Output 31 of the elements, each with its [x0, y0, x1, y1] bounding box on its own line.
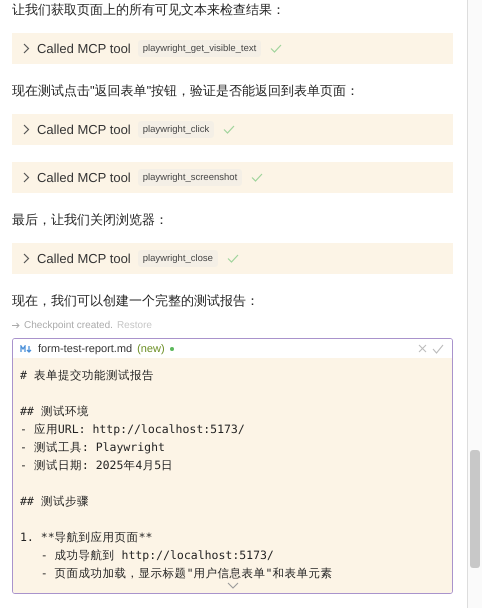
tool-name: playwright_click — [138, 121, 214, 138]
tool-call-label: Called MCP tool — [37, 122, 131, 137]
chevron-right-icon — [23, 253, 30, 264]
code-text: # 表单提交功能测试报告 ## 测试环境 - 应用URL: http://localhost:5173/ - 测试工具: Playwright - 测试日期: 2025年4月5日 ## 测试步骤 1. **导航到应用页面** - 成功导航到 http://localhost:5173/ - 页面成功加载，显示标题"用户信息表单"和表单元素 — [20, 367, 332, 582]
message-text: 最后，让我们关闭浏览器： — [12, 211, 169, 229]
tool-call-label: Called MCP tool — [37, 170, 131, 185]
tool-call-row[interactable]: Called MCP tool playwright_close — [12, 243, 453, 274]
unsaved-dot-icon — [170, 346, 174, 350]
check-icon[interactable] — [432, 344, 444, 354]
file-status: (new) — [137, 342, 165, 354]
tool-name: playwright_get_visible_text — [138, 40, 262, 57]
chevron-right-icon — [23, 124, 30, 135]
checkpoint-text: Checkpoint created. — [24, 320, 113, 331]
chevron-right-icon — [23, 43, 30, 54]
tool-call-label: Called MCP tool — [37, 41, 131, 56]
message-text: 让我们获取页面上的所有可见文本来检查结果： — [12, 1, 286, 19]
tool-call-row[interactable]: Called MCP tool playwright_screenshot — [12, 162, 453, 193]
tool-call-label: Called MCP tool — [37, 251, 131, 266]
message-text: 现在测试点击"返回表单"按钮，验证是否能返回到表单页面： — [12, 82, 360, 100]
scrollbar-thumb[interactable] — [470, 450, 480, 568]
markdown-icon — [20, 344, 33, 352]
chevron-right-icon — [23, 172, 30, 183]
chevron-down-icon[interactable] — [226, 582, 238, 589]
message-text: 现在，我们可以创建一个完整的测试报告： — [12, 292, 260, 310]
close-icon[interactable] — [418, 344, 427, 353]
tool-name: playwright_close — [138, 250, 218, 267]
tool-name: playwright_screenshot — [138, 169, 242, 186]
tool-call-row[interactable]: Called MCP tool playwright_get_visible_text — [12, 33, 453, 64]
file-name: form-test-report.md — [38, 342, 132, 354]
arrow-right-icon — [12, 322, 20, 329]
tool-call-row[interactable]: Called MCP tool playwright_click — [12, 114, 453, 145]
